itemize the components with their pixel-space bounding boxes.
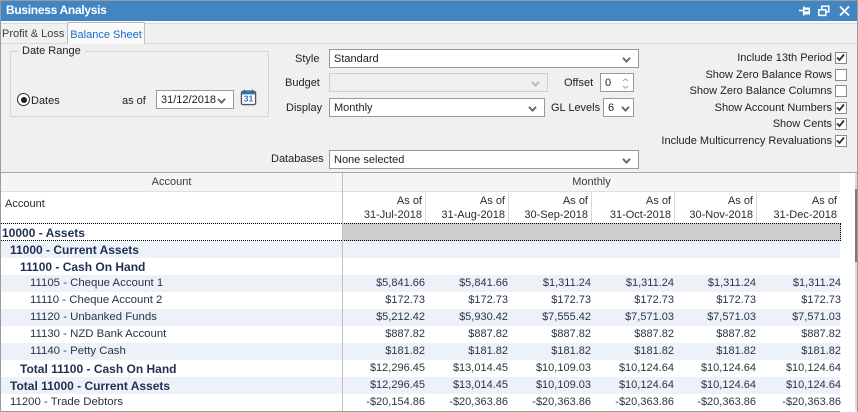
svg-text:31: 31 [244,93,254,103]
